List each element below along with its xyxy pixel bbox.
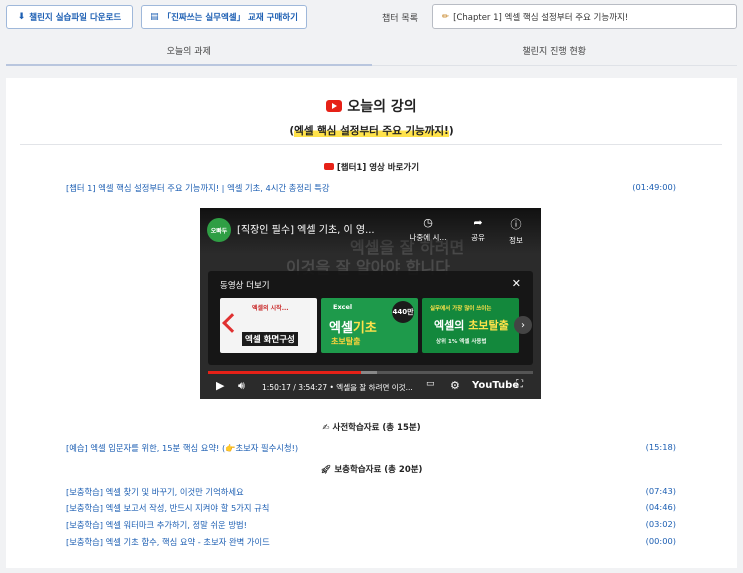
excel-logo-label: Excel	[333, 303, 353, 311]
video-duration: (01:49:00)	[632, 182, 676, 192]
thumb-title-part-b: 초보탈출	[468, 319, 509, 332]
player-controls: ▶ 🔊︎ 1:50:17 / 3:54:27 • 엑셀을 잘 하려면 이것...…	[200, 376, 541, 398]
content-card: 오늘의 강의 (엑셀 핵심 설정부터 주요 기능까지!) [챕터1] 영상 바로…	[6, 78, 737, 568]
thumb-title: 엑셀기초	[329, 317, 377, 336]
arrow-icon	[222, 313, 242, 333]
supplement-link[interactable]: [보충학습] 엑셀 보고서 작성, 반드시 지켜야 할 5가지 규칙	[66, 503, 269, 513]
top-toolbar: ⬇ 챌린지 실습파일 다운로드 ▤ 「진짜쓰는 실무엑셀」 교재 구매하기 챕터…	[0, 0, 743, 36]
supplement-link[interactable]: [보충학습] 엑셀 기초 함수, 핵심 요약 - 초보자 완벽 가이드	[66, 537, 270, 547]
tab-challenge-progress[interactable]: 챌린지 진행 현황	[371, 36, 737, 66]
list-item[interactable]: [보충학습] 엑셀 보고서 작성, 반드시 지켜야 할 5가지 규칙 (04:4…	[66, 502, 676, 516]
prestudy-link[interactable]: [예습] 엑셀 입문자를 위한, 15분 핵심 요약! (👉초보자 필수시청!)	[66, 443, 298, 453]
youtube-icon	[326, 100, 343, 112]
player-top-bar: 오빠두 [직장인 필수] 엑셀 기초, 이 영... ◷ 나중에 시... ➦ …	[200, 208, 541, 254]
prestudy-heading-text: 사전학습자료 (총 15분)	[332, 423, 421, 433]
thumb-title: 엑셀의 초보탈출	[434, 317, 509, 333]
list-item[interactable]: [보충학습] 엑셀 찾기 및 바꾸기, 이것만 기억하세요 (07:43)	[66, 486, 676, 500]
video-title[interactable]: [직장인 필수] 엑셀 기초, 이 영...	[237, 221, 375, 236]
list-item[interactable]: [보충학습] 엑셀 워터마크 추가하기, 정말 쉬운 방법! (03:02)	[66, 519, 676, 533]
video-link[interactable]: [챕터 1] 엑셀 핵심 설정부터 주요 기능까지! | 엑셀 기초, 4시간 …	[66, 183, 330, 193]
download-practice-files-button[interactable]: ⬇ 챌린지 실습파일 다운로드	[6, 5, 133, 29]
supplement-link[interactable]: [보충학습] 엑셀 찾기 및 바꾸기, 이것만 기억하세요	[66, 487, 244, 497]
book-icon: ▤	[150, 12, 159, 22]
divider	[20, 144, 722, 145]
subtitles-icon[interactable]: ▭	[426, 379, 435, 389]
chapter-list-label: 챕터 목록	[382, 14, 418, 24]
channel-avatar[interactable]: 오빠두	[207, 218, 231, 242]
more-videos-title: 동영상 더보기	[220, 281, 270, 291]
share-label: 공유	[471, 233, 485, 242]
settings-icon[interactable]: ⚙	[450, 379, 460, 392]
lecture-subtitle-text: 엑셀 핵심 설정부터 주요 기능까지!	[294, 125, 449, 137]
download-icon: ⬇	[17, 12, 26, 22]
thumb-subtitle: 초보탈출	[331, 337, 361, 346]
supplement-duration: (04:46)	[645, 502, 676, 512]
supplement-duration: (07:43)	[645, 486, 676, 496]
info-label: 정보	[509, 236, 523, 245]
list-item[interactable]: [보충학습] 엑셀 기초 함수, 핵심 요약 - 초보자 완벽 가이드 (00:…	[66, 536, 676, 550]
supplement-heading-text: 보충학습자료 (총 20분)	[334, 465, 423, 475]
more-videos-panel: 동영상 더보기 ✕ 엑셀의 시작... 엑셀 화면구성 Excel 440만 엑…	[208, 271, 533, 365]
suggested-video-thumb[interactable]: Excel 440만 엑셀기초 초보탈출	[321, 298, 418, 353]
watch-later-label: 나중에 시...	[409, 233, 447, 242]
chapter-selected-value: [Chapter 1] 엑셀 핵심 설정부터 주요 기능까지!	[453, 12, 629, 23]
prestudy-heading: ✍ 사전학습자료 (총 15분)	[6, 421, 737, 433]
time-display: 1:50:17 / 3:54:27 • 엑셀을 잘 하려면 이것...	[262, 383, 413, 392]
lecture-title-text: 오늘의 강의	[347, 99, 417, 115]
list-item[interactable]: [예습] 엑셀 입문자를 위한, 15분 핵심 요약! (👉초보자 필수시청!)…	[66, 442, 676, 456]
clock-icon: ◷	[423, 216, 433, 229]
page-title: 오늘의 강의	[6, 96, 737, 116]
suggested-video-thumb[interactable]: 실무에서 가장 많이 쓰이는 엑셀의 초보탈출 상위 1% 엑셀 사용법	[422, 298, 519, 353]
share-button[interactable]: ➦ 공유	[458, 216, 498, 243]
rocket-icon: 🚀︎	[320, 465, 332, 475]
thumb-bottom-caption: 상위 1% 엑셀 사용법	[436, 339, 487, 345]
supplement-heading: 🚀︎ 보충학습자료 (총 20분)	[6, 463, 737, 475]
video-section-heading-text: [챕터1] 영상 바로가기	[336, 163, 420, 173]
buy-button-label: 「진짜쓰는 실무엑셀」 교재 구매하기	[162, 13, 298, 23]
lecture-header: 오늘의 강의 (엑셀 핵심 설정부터 주요 기능까지!)	[6, 96, 737, 138]
prestudy-duration: (15:18)	[645, 442, 676, 452]
progress-bar[interactable]	[208, 371, 533, 374]
thumb-title: 엑셀 화면구성	[242, 332, 298, 346]
progress-played	[208, 371, 361, 374]
youtube-player[interactable]: 엑셀을 잘 하려면 이것을 잘 알아야 합니다 오빠두 [직장인 필수] 엑셀 …	[200, 208, 541, 399]
volume-icon[interactable]: 🔊︎	[238, 379, 245, 393]
tab-today-task[interactable]: 오늘의 과제	[6, 36, 372, 66]
pencil-icon: ✏	[442, 11, 450, 22]
chapter-select[interactable]: ✏ [Chapter 1] 엑셀 핵심 설정부터 주요 기능까지!	[432, 4, 737, 29]
download-button-label: 챌린지 실습파일 다운로드	[29, 13, 122, 23]
buy-textbook-button[interactable]: ▤ 「진짜쓰는 실무엑셀」 교재 구매하기	[141, 5, 307, 29]
info-icon: ⓘ	[510, 218, 522, 231]
suggested-video-thumb[interactable]: 엑셀의 시작... 엑셀 화면구성	[220, 298, 317, 353]
chevron-right-icon[interactable]: ›	[514, 316, 532, 334]
lecture-subtitle: (엑셀 핵심 설정부터 주요 기능까지!)	[289, 125, 454, 137]
thumb-title-part-b: 기초	[352, 321, 377, 336]
tab-bar: 오늘의 과제 챌린지 진행 현황	[6, 36, 737, 66]
youtube-small-icon	[323, 163, 334, 170]
youtube-logo[interactable]: YouTube	[472, 380, 519, 391]
supplement-duration: (03:02)	[645, 519, 676, 529]
thumb-title-part-a: 엑셀의	[434, 319, 469, 332]
video-link-row[interactable]: [챕터 1] 엑셀 핵심 설정부터 주요 기능까지! | 엑셀 기초, 4시간 …	[66, 182, 676, 196]
watch-later-button[interactable]: ◷ 나중에 시...	[408, 216, 448, 243]
share-icon: ➦	[473, 216, 483, 229]
play-icon[interactable]: ▶	[216, 379, 224, 392]
pencil-icon: ✍	[322, 423, 330, 433]
video-section-heading: [챕터1] 영상 바로가기	[6, 161, 737, 173]
supplement-duration: (00:00)	[645, 536, 676, 546]
thumb-top-caption: 실무에서 가장 많이 쓰이는	[430, 306, 492, 312]
info-button[interactable]: ⓘ 정보	[496, 216, 536, 246]
thumb-subtitle: 엑셀의 시작...	[252, 305, 289, 312]
view-count-badge: 440만	[392, 301, 414, 323]
fullscreen-icon[interactable]: ⛶	[516, 379, 523, 390]
close-icon[interactable]: ✕	[512, 277, 521, 290]
thumb-title-part-a: 엑셀	[329, 321, 353, 336]
supplement-link[interactable]: [보충학습] 엑셀 워터마크 추가하기, 정말 쉬운 방법!	[66, 520, 247, 530]
